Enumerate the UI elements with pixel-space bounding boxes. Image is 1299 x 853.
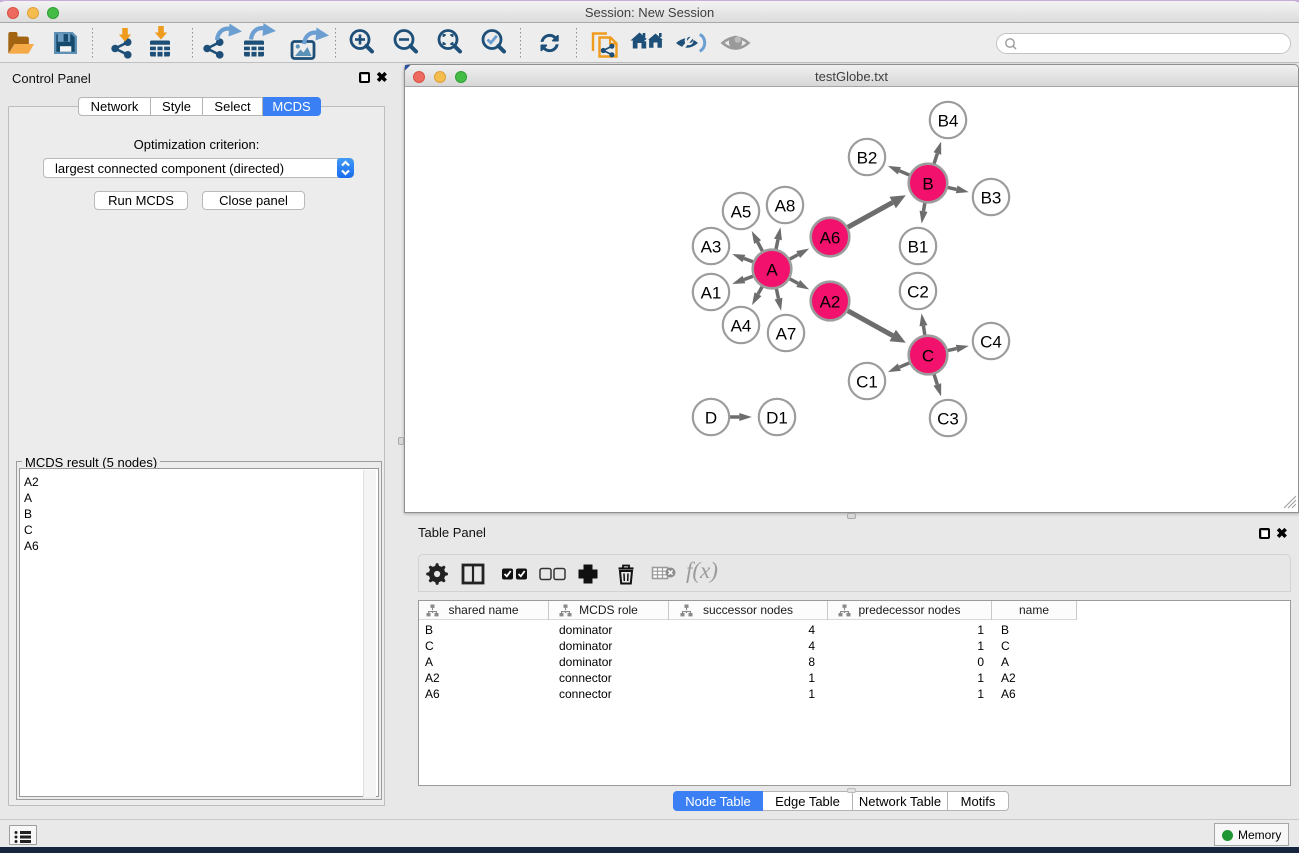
svg-text:A4: A4 bbox=[731, 317, 752, 336]
svg-text:A2: A2 bbox=[820, 293, 841, 312]
svg-text:C: C bbox=[922, 347, 934, 366]
svg-text:C3: C3 bbox=[937, 410, 959, 429]
svg-text:A7: A7 bbox=[776, 325, 797, 344]
svg-text:A1: A1 bbox=[701, 284, 722, 303]
svg-text:B3: B3 bbox=[981, 189, 1002, 208]
svg-text:A3: A3 bbox=[701, 238, 722, 257]
svg-text:D1: D1 bbox=[766, 409, 788, 428]
svg-text:A8: A8 bbox=[775, 197, 796, 216]
svg-text:A6: A6 bbox=[820, 229, 841, 248]
svg-text:B1: B1 bbox=[908, 238, 929, 257]
svg-text:B2: B2 bbox=[857, 149, 878, 168]
svg-text:C1: C1 bbox=[856, 373, 878, 392]
svg-text:A5: A5 bbox=[731, 203, 752, 222]
svg-text:C2: C2 bbox=[907, 283, 929, 302]
svg-text:B: B bbox=[922, 175, 933, 194]
svg-text:C4: C4 bbox=[980, 333, 1002, 352]
svg-text:A: A bbox=[766, 261, 778, 280]
svg-text:D: D bbox=[705, 409, 717, 428]
svg-text:B4: B4 bbox=[938, 112, 959, 131]
